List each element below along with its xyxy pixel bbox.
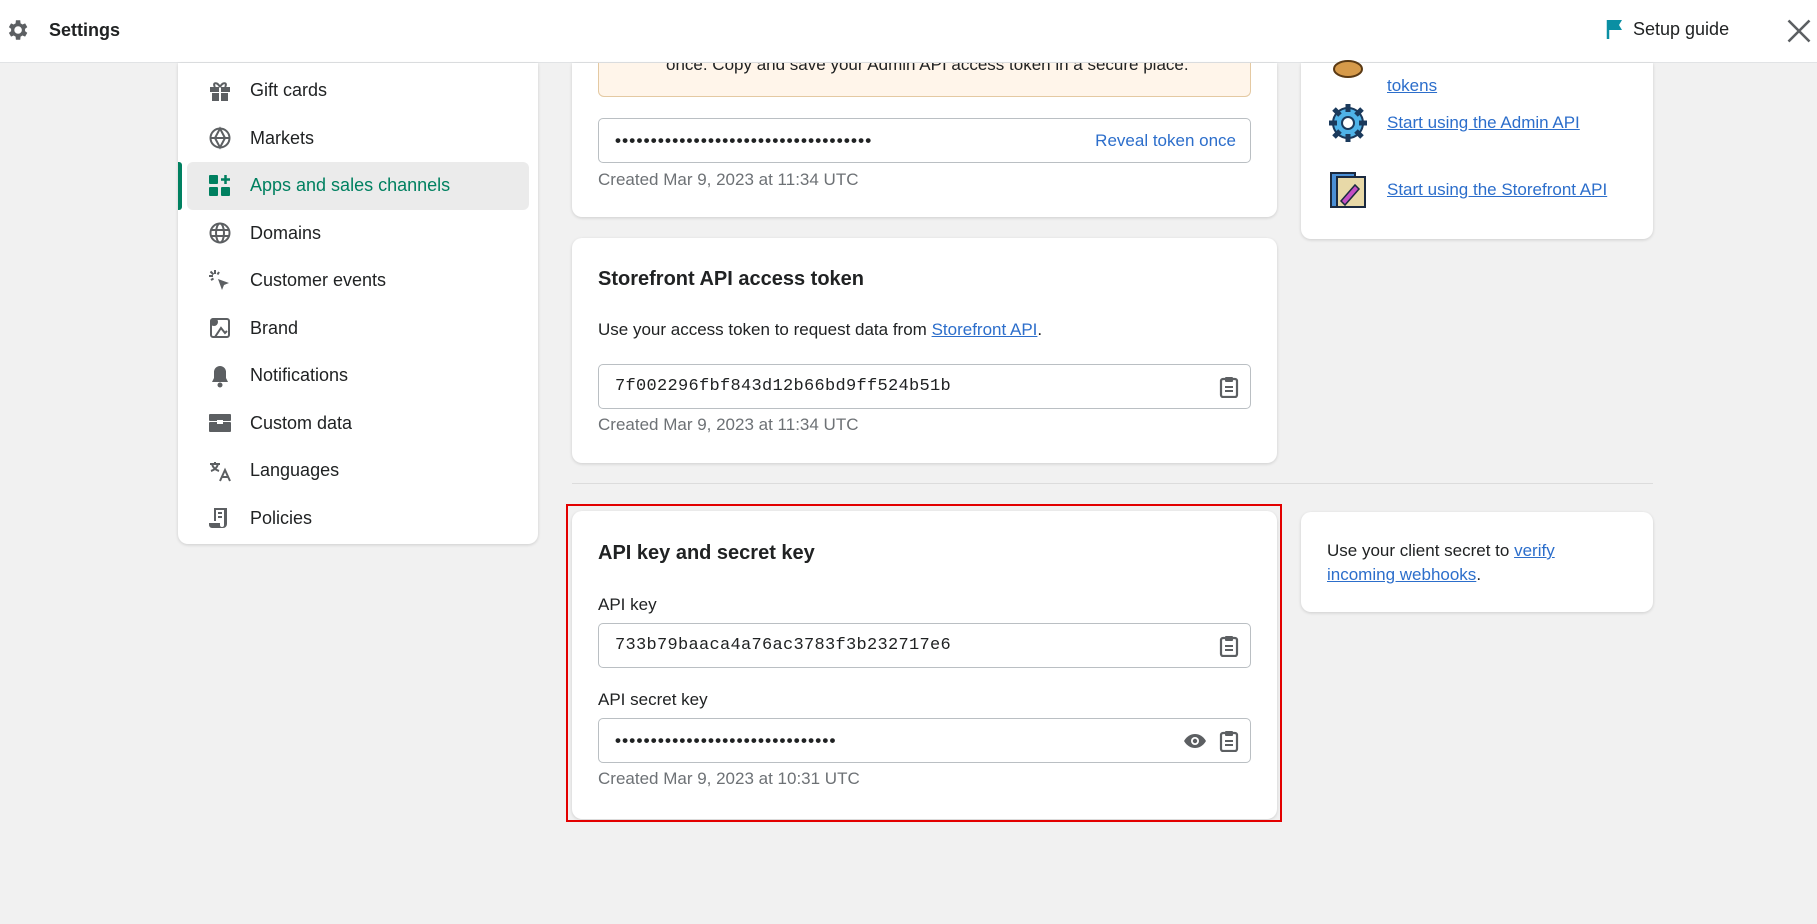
storefront-api-icon — [1327, 169, 1369, 211]
policy-icon — [207, 505, 233, 531]
storefront-description: Use your access token to request data fr… — [598, 320, 1042, 340]
resource-link-admin-api[interactable]: Start using the Admin API — [1387, 113, 1580, 133]
clipboard-icon[interactable] — [1216, 374, 1242, 400]
storefront-token-card: Storefront API access token Use your acc… — [572, 238, 1277, 463]
sidebar-item-label: Apps and sales channels — [250, 175, 451, 196]
sidebar-item-customer-events[interactable]: Customer events — [187, 257, 529, 305]
api-keys-created: Created Mar 9, 2023 at 10:31 UTC — [598, 769, 860, 788]
close-icon[interactable] — [1785, 17, 1813, 45]
sidebar-item-gift-cards[interactable]: Gift cards — [187, 67, 529, 115]
gear-icon — [8, 20, 28, 40]
sidebar-item-label: Domains — [250, 222, 322, 243]
sidebar-item-custom-data[interactable]: Custom data — [187, 400, 529, 448]
sidebar-item-markets[interactable]: Markets — [187, 115, 529, 163]
reveal-token-button[interactable]: Reveal token once — [1095, 131, 1236, 151]
setup-guide-button[interactable]: Setup guide — [1605, 18, 1729, 40]
api-secret-field[interactable]: ••••••••••••••••••••••••••••••• — [598, 718, 1251, 763]
sidebar-item-label: Notifications — [250, 365, 349, 386]
api-key-label: API key — [598, 595, 657, 614]
section-divider — [572, 483, 1653, 484]
setup-guide-label: Setup guide — [1633, 18, 1730, 39]
bell-icon — [207, 363, 233, 389]
admin-token-field[interactable]: •••••••••••••••••••••••••••••••••••• Rev… — [598, 118, 1251, 163]
webhooks-prefix: Use your client secret to — [1327, 541, 1515, 560]
sidebar-item-label: Policies — [250, 507, 313, 528]
admin-token-masked: •••••••••••••••••••••••••••••••••••• — [615, 130, 873, 150]
resource-item-tokens[interactable]: tokens — [1327, 49, 1437, 95]
brand-icon — [207, 315, 233, 341]
storefront-token-field[interactable]: 7f002296fbf843d12b66bd9ff524b51b — [598, 364, 1251, 409]
sidebar-item-label: Customer events — [250, 270, 387, 291]
custom-data-icon — [207, 410, 233, 436]
api-key-value: 733b79baaca4a76ac3783f3b232717e6 — [615, 636, 952, 655]
top-bar: Settings Setup guide — [0, 0, 1817, 63]
resource-link-storefront-api[interactable]: Start using the Storefront API — [1387, 180, 1607, 200]
storefront-desc-suffix: . — [1037, 320, 1043, 339]
sidebar-item-label: Brand — [250, 317, 299, 338]
sidebar-item-notifications[interactable]: Notifications — [187, 352, 529, 400]
sidebar-item-label: Languages — [250, 460, 340, 481]
sidebar-item-brand[interactable]: Brand — [187, 305, 529, 353]
settings-sidebar: Gift cards Markets Apps and sales channe… — [178, 63, 538, 544]
storefront-api-link[interactable]: Storefront API — [932, 320, 1038, 339]
sidebar-item-label: Custom data — [250, 412, 353, 433]
storefront-token-value: 7f002296fbf843d12b66bd9ff524b51b — [615, 377, 952, 396]
api-keys-card: API key and secret key API key 733b79baa… — [572, 511, 1277, 819]
admin-token-card: once. Copy and save your Admin API acces… — [572, 63, 1277, 217]
storefront-token-created: Created Mar 9, 2023 at 11:34 UTC — [598, 415, 859, 434]
warning-banner: once. Copy and save your Admin API acces… — [598, 63, 1251, 97]
api-key-field[interactable]: 733b79baaca4a76ac3783f3b232717e6 — [598, 623, 1251, 668]
language-icon — [207, 458, 233, 484]
webhooks-text: Use your client secret to verify incomin… — [1327, 539, 1627, 587]
sidebar-item-languages[interactable]: Languages — [187, 447, 529, 495]
api-secret-label: API secret key — [598, 690, 708, 709]
eye-icon[interactable] — [1182, 728, 1208, 754]
cursor-click-icon — [207, 268, 233, 294]
flag-icon — [1606, 20, 1622, 39]
clipboard-icon[interactable] — [1216, 728, 1242, 754]
webhooks-card: Use your client secret to verify incomin… — [1301, 512, 1653, 612]
sidebar-item-label: Markets — [250, 127, 315, 148]
storefront-desc-text: Use your access token to request data fr… — [598, 320, 932, 339]
webhooks-suffix: . — [1476, 565, 1482, 584]
api-secret-masked: ••••••••••••••••••••••••••••••• — [615, 730, 837, 750]
tokens-icon — [1327, 49, 1369, 91]
resources-card: tokens Start using the Admin API Start u… — [1301, 60, 1653, 239]
sidebar-item-domains[interactable]: Domains — [187, 210, 529, 258]
globe-icon — [207, 125, 233, 151]
domain-globe-icon — [207, 220, 233, 246]
resource-item-storefront-api[interactable]: Start using the Storefront API — [1327, 169, 1607, 211]
apps-icon — [207, 173, 233, 199]
clipboard-icon[interactable] — [1216, 633, 1242, 659]
storefront-title: Storefront API access token — [598, 268, 865, 290]
sidebar-item-policies[interactable]: Policies — [187, 495, 529, 543]
api-keys-title: API key and secret key — [598, 542, 815, 564]
resource-item-admin-api[interactable]: Start using the Admin API — [1327, 102, 1580, 144]
admin-api-icon — [1327, 102, 1369, 144]
banner-text: once. Copy and save your Admin API acces… — [666, 63, 1189, 74]
page-title: Settings — [49, 20, 121, 40]
sidebar-item-apps[interactable]: Apps and sales channels — [178, 162, 529, 210]
sidebar-item-label: Gift cards — [250, 80, 328, 101]
admin-token-created: Created Mar 9, 2023 at 11:34 UTC — [598, 170, 859, 189]
resource-link-tokens[interactable]: tokens — [1387, 76, 1437, 96]
gift-icon — [207, 78, 233, 104]
